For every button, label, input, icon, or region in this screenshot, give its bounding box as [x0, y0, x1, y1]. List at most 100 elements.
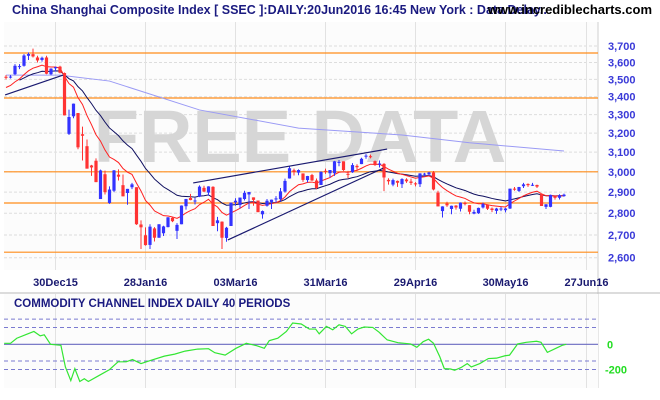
- candle-body: [107, 189, 112, 204]
- candle-body: [233, 200, 238, 203]
- candle-body: [422, 173, 427, 175]
- candle-body: [512, 188, 517, 190]
- candle-body: [449, 205, 454, 209]
- candle-body: [359, 158, 364, 165]
- candle-body: [247, 191, 251, 195]
- price-axis: 3,700 3,600 3,500 3,400 3,300 3,200 3,100 3,000…: [608, 41, 636, 265]
- candle: [256, 200, 260, 213]
- date-tick-label: 30May16: [483, 277, 529, 289]
- candle-body: [121, 185, 125, 197]
- candle-body: [116, 174, 121, 177]
- candle-body: [395, 180, 400, 183]
- candle-body: [80, 134, 85, 136]
- candle-body: [373, 161, 377, 166]
- candle-body: [103, 174, 107, 193]
- date-axis: 30Dec15 28Jan16 03Mar16 31Mar16 29Apr16 30May…: [33, 277, 608, 289]
- site-link[interactable]: www.incrediblecharts.com: [487, 2, 652, 17]
- candle-body: [485, 204, 490, 209]
- candle-body: [305, 176, 310, 181]
- price-tick-label: 3,000: [608, 167, 636, 179]
- candle-body: [134, 187, 139, 225]
- candle-body: [319, 171, 323, 185]
- candle-body: [274, 198, 278, 200]
- candle-body: [557, 195, 562, 198]
- candle-body: [179, 205, 184, 225]
- candle-body: [229, 202, 233, 227]
- candle: [179, 205, 184, 225]
- candle-body: [323, 170, 328, 172]
- candle: [539, 193, 544, 206]
- candle-body: [530, 184, 535, 186]
- candle-body: [332, 161, 337, 174]
- candle-body: [476, 207, 481, 214]
- candle: [508, 188, 512, 209]
- candle: [341, 161, 346, 171]
- price-tick-label: 2,600: [608, 253, 636, 265]
- candle: [197, 185, 202, 198]
- candle-body: [413, 183, 418, 185]
- candle-body: [53, 67, 58, 69]
- candle-body: [490, 208, 494, 211]
- price-tick-label: 3,600: [608, 57, 636, 69]
- price-tick-label: 3,200: [608, 128, 636, 140]
- cci-tick-label: -200: [605, 365, 627, 377]
- candle: [157, 224, 161, 238]
- candle-body: [404, 179, 409, 182]
- candle-body: [71, 103, 76, 117]
- candle-body: [364, 155, 368, 157]
- candle-body: [472, 211, 476, 214]
- candle-body: [368, 156, 373, 158]
- candle: [49, 68, 53, 76]
- candle-body: [314, 180, 319, 189]
- candle-body: [463, 202, 467, 205]
- candle: [436, 190, 440, 207]
- candle-body: [440, 206, 445, 212]
- candle-body: [238, 197, 242, 205]
- candle-body: [215, 220, 220, 224]
- price-tick-label: 2,800: [608, 208, 636, 220]
- candle-body: [346, 173, 350, 175]
- candle-body: [22, 55, 26, 66]
- candle-body: [409, 181, 413, 183]
- candle: [229, 202, 233, 227]
- candle-body: [251, 197, 256, 200]
- candle-body: [206, 186, 211, 193]
- candle-body: [382, 163, 386, 178]
- chart-title: China Shanghai Composite Index [ SSEC ]:…: [12, 3, 547, 17]
- candle-body: [265, 200, 269, 206]
- candle: [71, 103, 76, 119]
- candle-body: [260, 211, 265, 215]
- candle-body: [35, 57, 40, 61]
- date-tick-label: 30Dec15: [33, 277, 78, 289]
- candle-body: [94, 160, 98, 183]
- candle-body: [58, 66, 62, 73]
- candle-body: [139, 224, 143, 228]
- price-tick-label: 3,300: [608, 110, 636, 122]
- price-tick-label: 2,900: [608, 187, 636, 199]
- candle-body: [553, 196, 557, 198]
- candle-body: [355, 165, 359, 168]
- candle-body: [211, 186, 215, 227]
- candle-body: [292, 170, 296, 173]
- date-tick-label: 27Jun16: [564, 277, 608, 289]
- candle-body: [418, 173, 422, 185]
- price-tick-label: 3,100: [608, 147, 636, 159]
- price-tick-label: 3,700: [608, 41, 636, 53]
- candle-body: [445, 203, 449, 206]
- candle-body: [148, 226, 152, 245]
- candle-body: [481, 204, 485, 208]
- candle-body: [242, 192, 247, 200]
- candle-body: [8, 76, 13, 78]
- price-tick-label: 2,700: [608, 230, 636, 242]
- candle-body: [143, 235, 148, 246]
- candle-body: [427, 172, 431, 175]
- candle-body: [269, 199, 274, 202]
- candle-body: [184, 199, 188, 207]
- candle-body: [188, 197, 193, 201]
- candle-body: [548, 194, 553, 207]
- candle-body: [170, 217, 175, 222]
- candle-body: [98, 170, 103, 200]
- candle: [166, 217, 170, 228]
- candle-body: [166, 217, 170, 228]
- candle-body: [458, 202, 463, 209]
